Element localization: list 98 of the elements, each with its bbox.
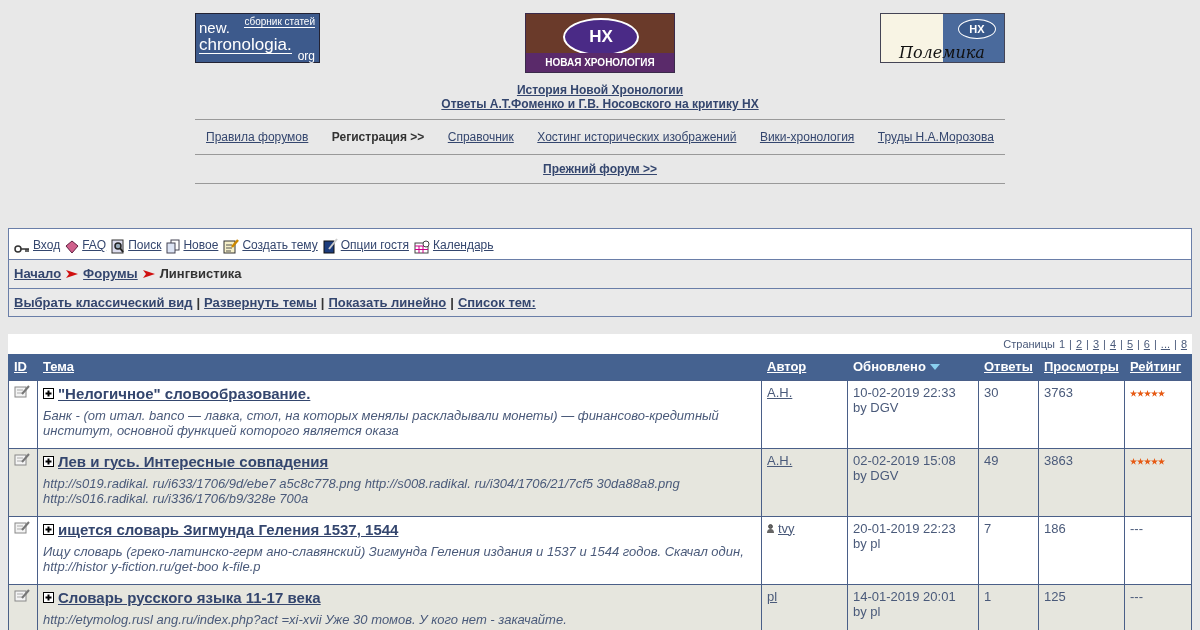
toolbar-link[interactable]: Поиск	[128, 236, 162, 254]
current-page: 1	[1058, 337, 1066, 352]
logo-text: chronologia.	[199, 36, 292, 54]
view-link[interactable]: Список тем:	[457, 292, 536, 312]
toolbar-link[interactable]: Создать тему	[242, 236, 318, 254]
calendar-icon	[413, 240, 430, 254]
logo-text: сборник статей	[244, 17, 315, 28]
separator: |	[320, 293, 325, 312]
banner-logo[interactable]: НХ НОВАЯ ХРОНОЛОГИЯ	[525, 13, 675, 73]
expand-icon[interactable]	[43, 524, 54, 535]
author-link[interactable]: А.Н.	[767, 452, 793, 468]
replies-count: 30	[978, 380, 1039, 448]
nav-link[interactable]: Правила форумов	[206, 128, 309, 146]
topic-excerpt: http://s019.radikal. ru/i633/1706/9d/ebe7 a5c8c778.png http://s008.radikal. ru/i304/1706/21/7cf5 30da88a8.png http://s016.radikal. ru/i336/1706/b9/328e 700a	[43, 475, 681, 506]
topic-icon	[14, 520, 30, 534]
view-link[interactable]: Показать линейно	[328, 292, 447, 312]
rating-text: ---	[1130, 520, 1143, 536]
nav-link[interactable]: Труды Н.А.Морозова	[877, 128, 994, 146]
expand-icon[interactable]	[43, 388, 54, 399]
views-count: 125	[1038, 584, 1125, 630]
page-link[interactable]: 8	[1180, 337, 1187, 352]
toolbar-link[interactable]: Календарь	[432, 236, 494, 254]
updated-by: by pl	[853, 535, 882, 551]
logo-text: org	[297, 50, 315, 62]
pages-label: Страницы	[1003, 337, 1055, 352]
title-link[interactable]: Ответы А.Т.Фоменко и Г.В. Носовского на критику НХ	[441, 97, 759, 111]
expand-icon[interactable]	[43, 456, 54, 467]
views-count: 186	[1038, 516, 1125, 584]
pages-icon	[166, 239, 181, 254]
separator: |	[1120, 337, 1123, 352]
topic-icon	[14, 384, 30, 398]
updated-by: by pl	[853, 603, 882, 619]
replies-count: 49	[978, 448, 1039, 516]
nav-label: Регистрация >>	[331, 129, 425, 146]
separator: |	[1086, 337, 1089, 352]
page-link[interactable]: 2	[1075, 337, 1083, 352]
updated-date: 14-01-2019 20:01	[853, 588, 957, 604]
page-link[interactable]: 5	[1126, 337, 1133, 352]
topic-icon	[14, 452, 30, 466]
expand-icon[interactable]	[43, 592, 54, 603]
topic-excerpt: Ищу словарь (греко-латинско-герм ано-славянский) Зигмунда Геления издания и 1537 и 1544 годов. Скачал один, http://histor y-fiction.ru/get-boo k-file.p	[43, 543, 745, 574]
separator: |	[1174, 337, 1177, 352]
toolbar-link[interactable]: Опции гостя	[340, 236, 409, 254]
topic-icon	[14, 588, 30, 602]
page-link[interactable]: 4	[1109, 337, 1116, 352]
updated-date: 20-01-2019 22:23	[853, 520, 957, 536]
breadcrumb-current: Лингвистика	[159, 265, 242, 283]
breadcrumb-link[interactable]: Начало	[14, 264, 62, 284]
topic-title[interactable]: Лев и гусь. Интересные совпадения	[58, 452, 329, 471]
nav-link[interactable]: Справочник	[447, 128, 514, 146]
nav-link[interactable]: Хостинг исторических изображений	[537, 128, 737, 146]
updated-date: 10-02-2019 22:33	[853, 384, 957, 400]
logo-badge: НХ	[563, 18, 639, 56]
replies-count: 1	[978, 584, 1039, 630]
logo-text: new.	[199, 20, 230, 35]
updated-date: 02-02-2019 15:08	[853, 452, 957, 468]
rating-text: ---	[1130, 588, 1143, 604]
search-icon	[111, 239, 126, 254]
nav-link[interactable]: Вики-хронология	[759, 128, 855, 146]
view-link[interactable]: Выбрать классический вид	[14, 292, 193, 312]
topic-title[interactable]: ищется словарь Зигмунда Геления 1537, 1544	[58, 520, 399, 539]
separator: |	[196, 293, 201, 312]
author-link[interactable]: А.Н.	[767, 384, 793, 400]
toolbar-link[interactable]: Новое	[183, 236, 219, 254]
old-forum-link[interactable]: Прежний форум >>	[543, 162, 657, 176]
logo-caption: НОВАЯ ХРОНОЛОГИЯ	[526, 53, 674, 72]
arrow-icon	[66, 268, 79, 279]
replies-count: 7	[978, 516, 1039, 584]
separator: |	[1103, 337, 1106, 352]
topic-title[interactable]: Словарь русского языка 11-17 века	[58, 588, 321, 607]
breadcrumb-link[interactable]: Форумы	[83, 264, 138, 284]
separator: |	[1069, 337, 1072, 352]
updated-by: by DGV	[853, 399, 900, 415]
arrow-icon	[142, 268, 155, 279]
notebook-icon	[322, 238, 338, 254]
gem-icon	[65, 240, 80, 254]
separator: |	[1154, 337, 1157, 352]
separator: |	[1137, 337, 1140, 352]
toolbar-link[interactable]: FAQ	[82, 236, 107, 254]
separator: |	[450, 293, 454, 312]
page-link[interactable]: 3	[1092, 337, 1100, 352]
note-icon	[223, 238, 240, 254]
topic-excerpt: Банк - (от итал. banco — лавка, стол, на которых менялы раскладывали монеты) — финансово-кредитный институт, основной функцией которого является оказа	[43, 407, 720, 438]
author-link[interactable]: pl	[767, 588, 778, 604]
page-link[interactable]: 6	[1143, 337, 1150, 352]
views-count: 3763	[1038, 380, 1125, 448]
page-link[interactable]: ...	[1160, 337, 1170, 352]
title-link[interactable]: История Новой Хронологии	[516, 83, 684, 97]
toolbar-link[interactable]: Вход	[33, 236, 61, 254]
views-count: 3863	[1038, 448, 1125, 516]
updated-by: by DGV	[853, 467, 900, 483]
topic-title[interactable]: "Нелогичное" словообразование.	[58, 384, 311, 403]
column-header[interactable]: Тема	[43, 359, 75, 374]
key-icon	[14, 244, 30, 254]
view-link[interactable]: Развернуть темы	[204, 292, 317, 312]
author-link[interactable]: tvy	[778, 520, 795, 536]
topic-excerpt: http://etymolog.rusl ang.ru/index.php?act =xi-xvii Уже 30 томов. У кого нет - закачайте.	[43, 611, 568, 627]
site-logo[interactable]: new. сборник статей chronologia. org	[195, 13, 320, 63]
